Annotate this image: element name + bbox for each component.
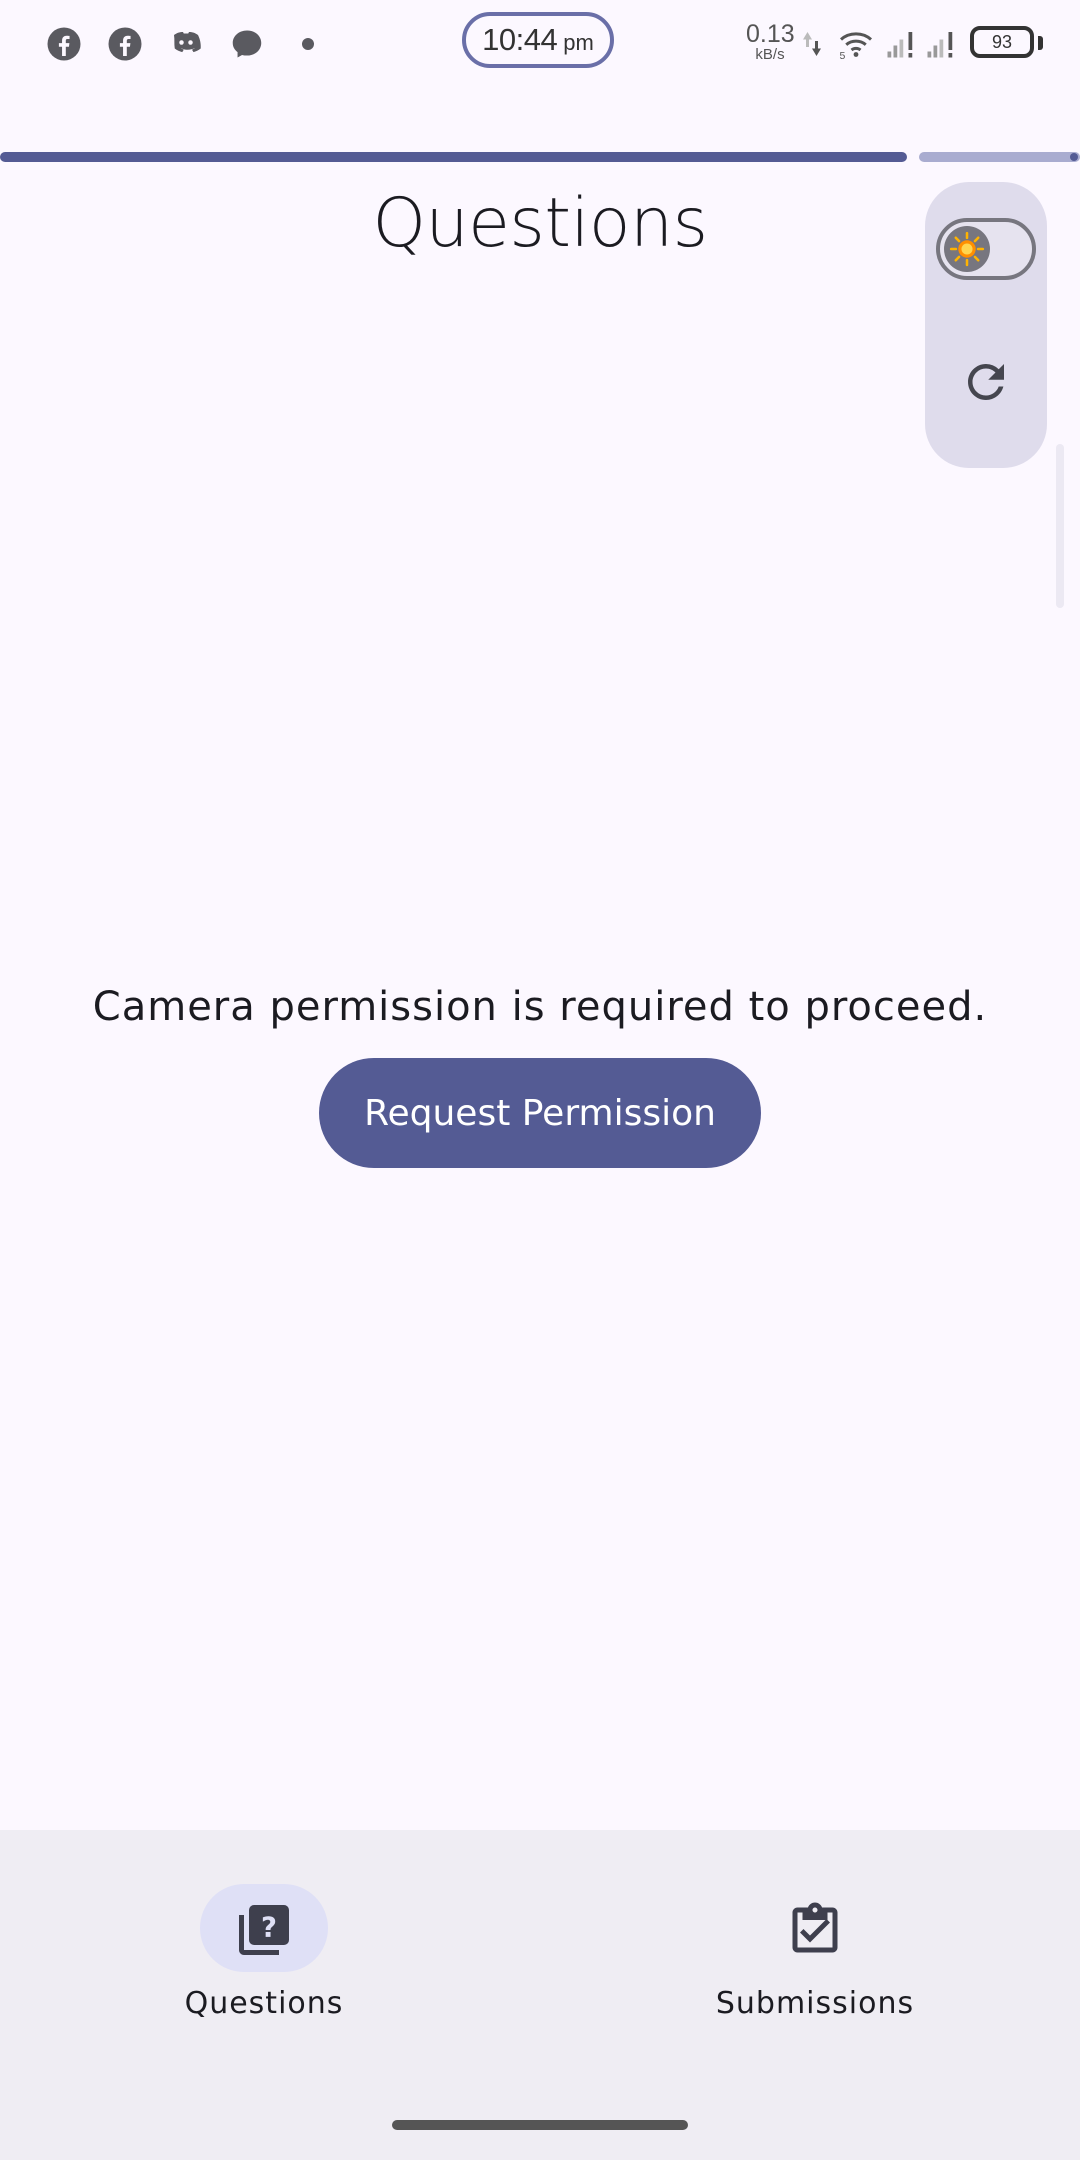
home-indicator[interactable] [392,2120,688,2130]
network-speed-unit: kB/s [755,46,785,63]
messenger-icon [232,30,262,58]
nav-label-questions: Questions [184,1986,344,2021]
facebook-icon [47,27,81,61]
nav-label-submissions: Submissions [715,1986,915,2021]
battery-icon: 93 [970,26,1034,58]
nav-item-submissions[interactable]: Submissions [665,1884,965,2034]
battery-nub [1038,36,1043,50]
clock-pill: 10:44 pm [462,12,614,68]
clock-ampm: pm [563,30,594,55]
refresh-icon [968,364,1004,400]
more-notifications-dot-icon [302,38,314,50]
scrollbar[interactable] [1056,444,1064,608]
nav-item-questions[interactable]: ? Questions [114,1884,414,2034]
signal-icon [927,32,953,58]
question-library-icon: ? [239,1905,289,1955]
svg-text:5: 5 [840,50,846,62]
progress-stop-dot [1070,153,1078,161]
theme-toggle-switch[interactable] [936,218,1036,280]
battery-level: 93 [991,31,1013,52]
clipboard-check-icon [792,1902,838,1953]
page-title: Questions [372,184,708,263]
sun-icon [949,231,985,267]
request-permission-button[interactable]: Request Permission [319,1058,761,1168]
signal-icon [887,32,913,58]
bottom-navigation: ? Questions Submissions [0,1830,1080,2160]
discord-icon [174,32,201,53]
progress-indicator [0,152,1080,162]
data-arrows-icon [803,32,821,56]
clock-time: 10:44 [482,22,558,57]
camera-permission-message: Camera permission is required to proceed… [92,984,988,1030]
status-bar: 10:44 pm 0.13 kB/s 5 93 [0,0,1080,90]
network-speed-value: 0.13 [746,20,795,48]
progress-fill [0,152,907,162]
svg-text:?: ? [261,1911,277,1943]
facebook-icon [108,27,142,61]
network-speed: 0.13 kB/s [746,20,795,63]
side-toolbar [925,182,1047,468]
refresh-button[interactable] [956,352,1016,412]
progress-remaining [919,152,1080,162]
wifi-icon: 5 [840,32,873,62]
theme-toggle-thumb [944,226,990,272]
